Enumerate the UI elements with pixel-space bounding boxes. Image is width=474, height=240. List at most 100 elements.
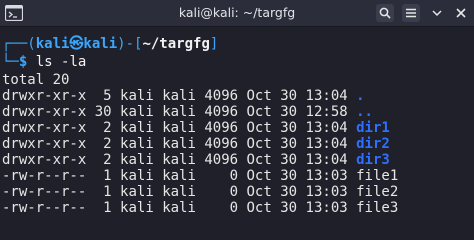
file-owner: kali <box>120 104 154 120</box>
file-size: 0 <box>204 168 239 184</box>
file-name: file3 <box>356 200 399 216</box>
listing-row: -rw-r--r-- 1 kali kali 0 Oct 30 13:03 fi… <box>2 200 398 216</box>
file-owner: kali <box>120 136 154 152</box>
search-button[interactable] <box>376 4 394 22</box>
mod-time: 13:03 <box>305 184 348 200</box>
file-group: kali <box>162 184 196 200</box>
mod-time: 13:03 <box>305 200 348 216</box>
prompt-user-host: kali㉿kali <box>35 36 118 52</box>
terminal-app-icon[interactable] <box>4 4 24 22</box>
prompt-line-1: ┌──(kali㉿kali)-[~/targfg] <box>2 36 218 52</box>
file-size: 0 <box>204 200 239 216</box>
file-permissions: -rw-r--r-- <box>2 200 87 216</box>
mod-month: Oct <box>246 136 272 152</box>
mod-day: 30 <box>280 136 298 152</box>
mod-month: Oct <box>246 88 272 104</box>
mod-time: 13:03 <box>305 168 348 184</box>
prompt-frame-open: ┌──( <box>2 36 36 52</box>
file-group: kali <box>162 120 196 136</box>
mod-month: Oct <box>246 104 272 120</box>
mod-time: 13:04 <box>305 120 348 136</box>
link-count: 1 <box>94 168 112 184</box>
file-permissions: -rw-r--r-- <box>2 168 87 184</box>
hamburger-menu-icon <box>405 7 417 19</box>
minimize-button[interactable] <box>428 4 446 22</box>
listing-total: total 20 <box>2 72 70 88</box>
terminal-content[interactable]: ┌──(kali㉿kali)-[~/targfg] └─$ ls -la tot… <box>0 27 474 219</box>
file-group: kali <box>162 88 196 104</box>
mod-day: 30 <box>280 184 298 200</box>
file-name: dir2 <box>356 136 390 152</box>
prompt-frame-mid: )-[ <box>117 36 143 52</box>
close-button[interactable] <box>452 4 470 22</box>
file-permissions: drwxr-xr-x <box>2 120 87 136</box>
mod-time: 13:04 <box>305 136 348 152</box>
file-group: kali <box>162 200 196 216</box>
close-icon <box>455 7 467 19</box>
prompt-line-2: └─$ ls -la <box>2 54 86 70</box>
mod-time: 13:04 <box>305 152 348 168</box>
file-name: file2 <box>356 184 399 200</box>
listing-row: -rw-r--r-- 1 kali kali 0 Oct 30 13:03 fi… <box>2 168 398 184</box>
file-group: kali <box>162 152 196 168</box>
file-group: kali <box>162 104 196 120</box>
mod-month: Oct <box>246 184 272 200</box>
terminal-window: kali@kali: ~/targfg ┌──(kali㉿kali)-[~/ta… <box>0 0 474 219</box>
prompt-path: ~/targfg <box>142 36 210 52</box>
file-name: dir3 <box>356 152 390 168</box>
file-size: 4096 <box>204 120 239 136</box>
mod-time: 12:58 <box>305 104 348 120</box>
mod-day: 30 <box>280 168 298 184</box>
listing-row: drwxr-xr-x 30 kali kali 4096 Oct 30 12:5… <box>2 104 373 120</box>
file-name: file1 <box>356 168 399 184</box>
prompt-frame-close: ] <box>209 36 219 52</box>
mod-day: 30 <box>280 104 298 120</box>
listing-row: drwxr-xr-x 5 kali kali 4096 Oct 30 13:04… <box>2 88 365 104</box>
mod-day: 30 <box>280 88 298 104</box>
file-permissions: drwxr-xr-x <box>2 152 87 168</box>
link-count: 2 <box>94 152 112 168</box>
file-owner: kali <box>120 120 154 136</box>
listing-row: drwxr-xr-x 2 kali kali 4096 Oct 30 13:04… <box>2 120 390 136</box>
link-count: 2 <box>94 136 112 152</box>
file-permissions: -rw-r--r-- <box>2 184 87 200</box>
listing-row: drwxr-xr-x 2 kali kali 4096 Oct 30 13:04… <box>2 152 390 168</box>
listing-row: drwxr-xr-x 2 kali kali 4096 Oct 30 13:04… <box>2 136 390 152</box>
mod-day: 30 <box>280 152 298 168</box>
prompt-frame-lead: └─ <box>2 54 19 70</box>
link-count: 1 <box>94 184 112 200</box>
mod-month: Oct <box>246 152 272 168</box>
mod-month: Oct <box>246 120 272 136</box>
mod-month: Oct <box>246 200 272 216</box>
minimize-icon <box>431 7 443 19</box>
file-owner: kali <box>120 88 154 104</box>
file-owner: kali <box>120 168 154 184</box>
mod-day: 30 <box>280 120 298 136</box>
link-count: 5 <box>94 88 112 104</box>
link-count: 1 <box>94 200 112 216</box>
file-size: 0 <box>204 184 239 200</box>
file-size: 4096 <box>204 104 239 120</box>
link-count: 2 <box>94 120 112 136</box>
file-permissions: drwxr-xr-x <box>2 136 87 152</box>
file-size: 4096 <box>204 152 239 168</box>
file-owner: kali <box>120 152 154 168</box>
file-name: . <box>356 88 365 104</box>
mod-month: Oct <box>246 168 272 184</box>
file-name: dir1 <box>356 120 390 136</box>
mod-day: 30 <box>280 200 298 216</box>
file-owner: kali <box>120 200 154 216</box>
file-owner: kali <box>120 184 154 200</box>
file-permissions: drwxr-xr-x <box>2 104 87 120</box>
menu-button[interactable] <box>402 4 420 22</box>
file-name: .. <box>356 104 373 120</box>
search-icon <box>379 7 391 19</box>
link-count: 30 <box>94 104 112 120</box>
file-size: 4096 <box>204 88 239 104</box>
command-text: ls -la <box>35 54 87 70</box>
file-size: 4096 <box>204 136 239 152</box>
file-group: kali <box>162 136 196 152</box>
file-permissions: drwxr-xr-x <box>2 88 87 104</box>
title-bar[interactable]: kali@kali: ~/targfg <box>0 0 474 27</box>
file-group: kali <box>162 168 196 184</box>
